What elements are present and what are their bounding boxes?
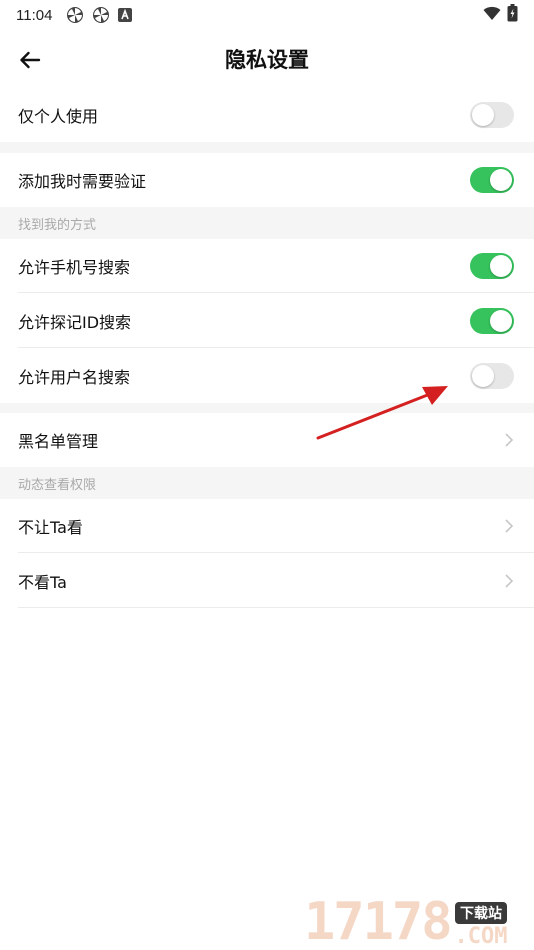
require-verification-toggle[interactable] (470, 167, 514, 193)
watermark-badge: 下载站 (455, 902, 508, 924)
chevron-right-icon (505, 519, 514, 533)
toggle-knob (490, 309, 512, 332)
status-time: 11:04 (16, 6, 53, 24)
wifi-icon (483, 6, 501, 25)
toggle-knob (490, 255, 512, 277)
a-badge-icon (118, 8, 133, 22)
personal-only-row: 仅个人使用 (0, 88, 534, 142)
toggle-knob (490, 169, 512, 191)
tanji-id-search-toggle[interactable] (470, 307, 514, 334)
section-gap (0, 142, 534, 153)
hide-from-row[interactable]: 不让Ta看 (0, 499, 534, 553)
phone-search-toggle[interactable] (470, 253, 514, 279)
pinwheel-icon (66, 6, 84, 24)
dont-see-row[interactable]: 不看Ta (0, 553, 534, 608)
toggle-knob (472, 364, 494, 387)
status-right (483, 4, 518, 26)
moments-section-title: 动态查看权限 (0, 467, 534, 499)
phone-search-row: 允许手机号搜索 (0, 239, 534, 293)
tanji-id-search-row: 允许探记ID搜索 (0, 293, 534, 348)
chevron-right-icon (505, 433, 514, 447)
blacklist-row[interactable]: 黑名单管理 (0, 413, 534, 467)
username-search-label: 允许用户名搜索 (18, 367, 131, 387)
chevron-right-icon (505, 573, 514, 588)
battery-icon (507, 4, 518, 26)
watermark-suffix: .COM (454, 924, 508, 949)
username-search-row: 允许用户名搜索 (0, 348, 534, 403)
personal-only-label: 仅个人使用 (18, 107, 99, 126)
back-arrow-icon (20, 51, 41, 69)
page-title: 隐私设置 (225, 48, 309, 72)
pinwheel-icon (92, 6, 110, 24)
back-button[interactable] (12, 42, 48, 78)
require-verification-label: 添加我时需要验证 (18, 172, 147, 191)
tanji-id-search-label: 允许探记ID搜索 (18, 312, 132, 332)
watermark: 17178 下载站 .COM (304, 892, 530, 948)
watermark-right: 下载站 .COM (455, 902, 508, 948)
watermark-digits: 17178 (304, 892, 453, 950)
section-gap (0, 403, 534, 413)
header: 隐私设置 (0, 30, 534, 88)
find-me-section-title: 找到我的方式 (0, 207, 534, 239)
hide-from-label: 不让Ta看 (18, 518, 83, 537)
toggle-knob (472, 104, 494, 126)
require-verification-row: 添加我时需要验证 (0, 153, 534, 207)
phone-search-label: 允许手机号搜索 (18, 258, 131, 277)
personal-only-toggle[interactable] (470, 102, 514, 128)
username-search-toggle[interactable] (470, 362, 514, 389)
blacklist-label: 黑名单管理 (18, 432, 99, 451)
status-bar: 11:04 (0, 0, 534, 30)
dont-see-label: 不看Ta (18, 572, 67, 592)
